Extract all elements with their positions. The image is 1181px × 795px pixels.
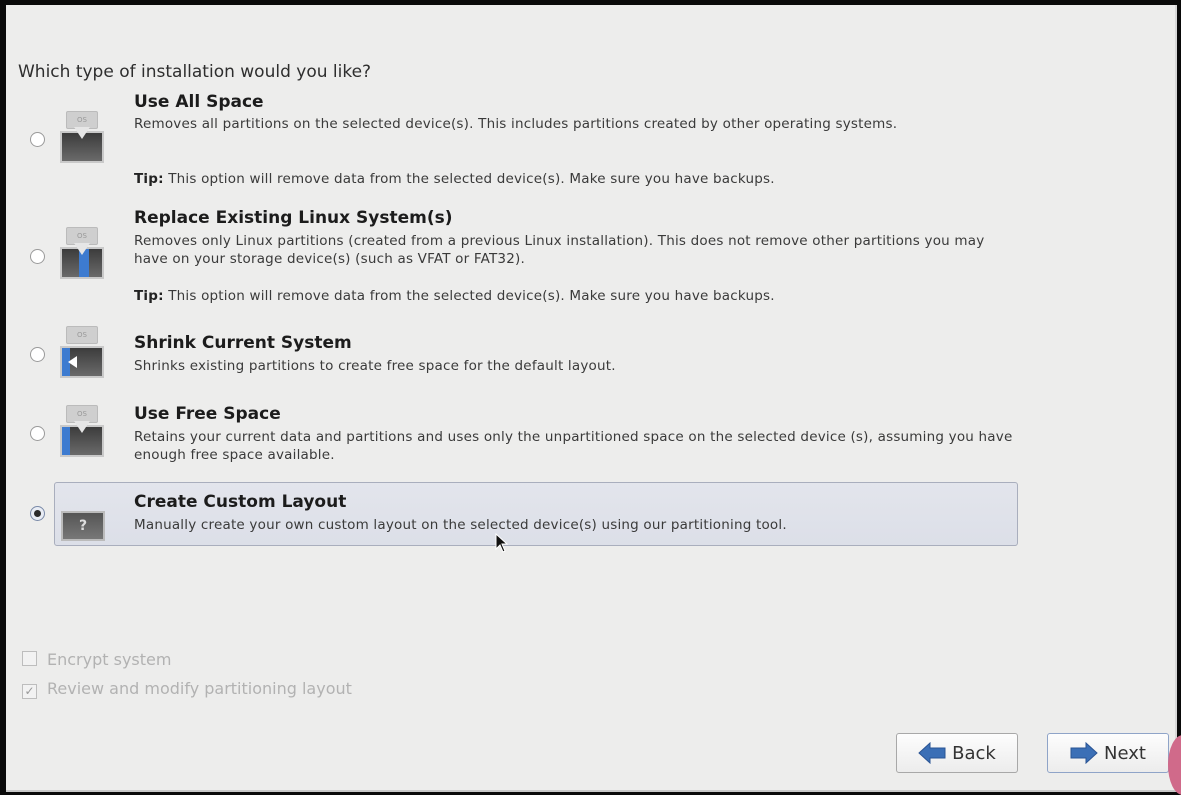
radio-shrink-current[interactable] — [30, 347, 45, 362]
option-desc-create-custom-layout: Manually create your own custom layout o… — [134, 517, 787, 533]
os-disk-wipe-icon: OS — [58, 111, 106, 167]
os-disk-replace-icon: OS — [58, 227, 106, 283]
option-title-replace-linux[interactable]: Replace Existing Linux System(s) — [134, 208, 453, 228]
os-disk-free-icon: OS — [58, 405, 106, 461]
installation-type-question: Which type of installation would you lik… — [18, 62, 372, 82]
option-tip-replace-linux: Tip: This option will remove data from t… — [134, 288, 775, 304]
encrypt-system-label: Encrypt system — [47, 650, 172, 669]
review-layout-checkbox[interactable]: ✓ — [22, 684, 37, 699]
back-button[interactable]: Back — [896, 733, 1018, 773]
custom-disk-question-icon: ? — [58, 485, 106, 541]
option-title-use-free-space[interactable]: Use Free Space — [134, 404, 281, 424]
option-desc-replace-linux: Removes only Linux partitions (created f… — [134, 233, 985, 267]
radio-use-all-space[interactable] — [30, 132, 45, 147]
radio-replace-linux[interactable] — [30, 249, 45, 264]
option-desc-use-free-space: Retains your current data and partitions… — [134, 429, 1013, 463]
installer-window: Which type of installation would you lik… — [6, 5, 1177, 792]
os-disk-shrink-icon: OS — [58, 326, 106, 382]
option-desc-use-all-space: Removes all partitions on the selected d… — [134, 116, 898, 132]
back-button-label: Back — [952, 742, 996, 764]
mouse-cursor-icon — [495, 533, 509, 553]
encrypt-system-checkbox[interactable] — [22, 651, 37, 666]
radio-create-custom-layout[interactable] — [30, 506, 45, 521]
option-desc-shrink-current: Shrinks existing partitions to create fr… — [134, 358, 616, 374]
next-button[interactable]: Next — [1047, 733, 1169, 773]
option-tip-use-all-space: Tip: This option will remove data from t… — [134, 171, 775, 187]
radio-use-free-space[interactable] — [30, 426, 45, 441]
encrypt-system-checkbox-row[interactable]: Encrypt system — [22, 650, 171, 669]
option-title-create-custom-layout[interactable]: Create Custom Layout — [134, 492, 346, 512]
review-layout-checkbox-row[interactable]: ✓ Review and modify partitioning layout — [22, 679, 352, 699]
review-layout-label: Review and modify partitioning layout — [47, 679, 352, 698]
back-arrow-icon — [918, 742, 946, 764]
option-title-shrink-current[interactable]: Shrink Current System — [134, 333, 352, 353]
option-title-use-all-space[interactable]: Use All Space — [134, 92, 264, 112]
next-button-label: Next — [1104, 742, 1146, 764]
next-arrow-icon — [1070, 742, 1098, 764]
